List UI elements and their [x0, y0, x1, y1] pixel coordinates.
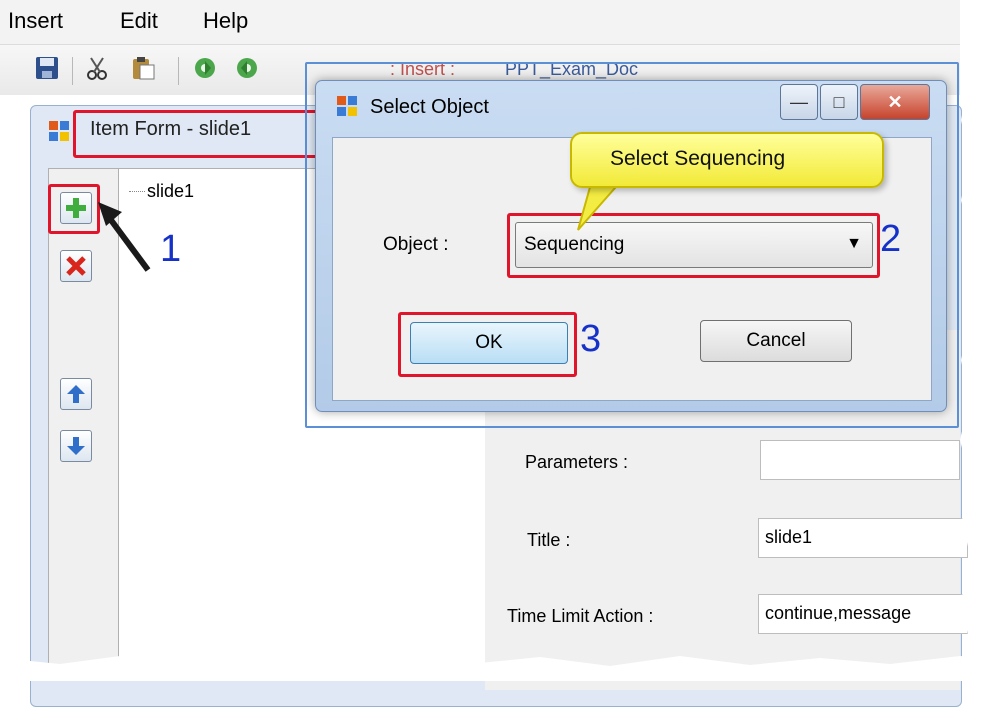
close-button[interactable]: ✕	[860, 84, 930, 120]
dialog-form-icon	[337, 96, 357, 116]
menu-bar: Insert Edit Help	[0, 0, 960, 45]
parameters-field[interactable]	[760, 440, 960, 480]
cut-icon[interactable]	[84, 55, 110, 81]
delete-item-button[interactable]	[60, 250, 92, 282]
time-limit-label: Time Limit Action :	[507, 606, 654, 626]
move-down-icon	[67, 437, 85, 455]
step-1-label: 1	[160, 228, 182, 270]
title-field[interactable]: slide1	[758, 518, 968, 558]
paste-icon[interactable]	[130, 55, 156, 81]
step-3-label: 3	[580, 318, 602, 360]
close-icon: ✕	[887, 91, 903, 112]
object-label: Object :	[383, 234, 449, 255]
move-up-icon	[67, 385, 85, 403]
cancel-button[interactable]: Cancel	[700, 320, 852, 362]
menu-edit[interactable]: Edit	[120, 8, 158, 34]
parameters-label: Parameters :	[525, 452, 629, 472]
delete-icon	[66, 256, 86, 276]
gear-icon-2[interactable]	[234, 55, 260, 81]
select-sequencing-callout: Select Sequencing	[570, 132, 884, 188]
ok-button-highlight	[398, 312, 577, 377]
pointer-arrow-icon	[98, 202, 151, 272]
minimize-button[interactable]: —	[780, 84, 818, 120]
title-label: Title :	[527, 530, 571, 550]
menu-insert[interactable]: Insert	[8, 8, 63, 34]
save-icon[interactable]	[34, 55, 60, 81]
step-2-label: 2	[880, 218, 902, 260]
move-down-button[interactable]	[60, 430, 92, 462]
torn-edge	[960, 0, 1006, 681]
time-limit-field[interactable]: continue,message	[758, 594, 968, 634]
add-button-highlight	[48, 184, 100, 234]
dialog-title: Select Object	[370, 96, 489, 118]
title-highlight	[73, 110, 321, 158]
object-select-highlight	[507, 213, 880, 278]
tree-connector	[129, 191, 145, 192]
maximize-button[interactable]: □	[820, 84, 858, 120]
maximize-icon: □	[833, 91, 845, 112]
form-icon	[49, 121, 69, 141]
menu-help[interactable]: Help	[203, 8, 248, 34]
gear-icon[interactable]	[192, 55, 218, 81]
move-up-button[interactable]	[60, 378, 92, 410]
torn-bottom-edge	[0, 655, 1006, 681]
minimize-icon: —	[790, 91, 808, 112]
callout-text: Select Sequencing	[610, 147, 786, 170]
